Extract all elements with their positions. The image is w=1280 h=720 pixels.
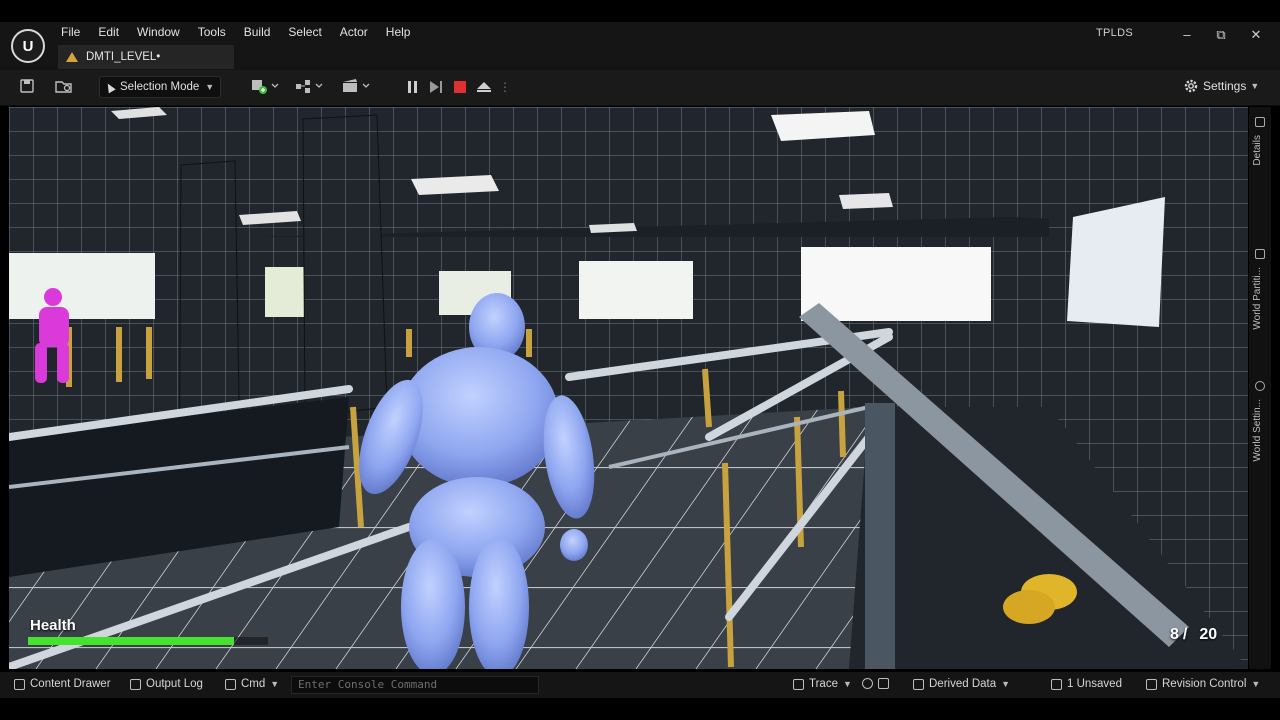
menu-help[interactable]: Help (377, 22, 420, 42)
record-button[interactable] (862, 678, 889, 689)
globe-icon[interactable] (1255, 381, 1265, 391)
project-name: TPLDS (1096, 27, 1133, 39)
minimize-icon[interactable]: – (1178, 26, 1196, 44)
terminal-icon (225, 678, 236, 690)
revision-control-icon (1146, 678, 1157, 690)
pencil-icon[interactable] (1255, 117, 1265, 127)
chevron-down-icon: ▼ (1001, 679, 1011, 689)
gear-icon (1184, 79, 1198, 93)
pause-icon[interactable] (403, 79, 421, 95)
tab-details[interactable]: Details (1252, 135, 1263, 166)
eject-icon[interactable] (475, 79, 493, 95)
stop-icon[interactable] (451, 79, 469, 95)
restore-icon[interactable]: ⧉ (1212, 26, 1230, 44)
ammo-counter: 8 / 20 (1170, 626, 1217, 644)
content-drawer-icon (14, 678, 25, 690)
level-tab[interactable]: DMTI_LEVEL• (58, 45, 234, 69)
scene-render (9, 107, 1248, 669)
chevron-down-icon: ▼ (842, 679, 852, 689)
tab-world-settings[interactable]: World Settin... (1252, 399, 1263, 462)
unsaved-icon (1051, 678, 1062, 690)
menu-build[interactable]: Build (235, 22, 280, 42)
output-log-icon (130, 678, 141, 690)
revision-control-dropdown[interactable]: Revision Control ▼ (1146, 678, 1260, 690)
selection-mode-dropdown[interactable]: Selection Mode ▼ (99, 76, 221, 98)
derived-data-icon (913, 678, 924, 690)
selection-mode-label: Selection Mode (120, 81, 200, 93)
trace-dropdown[interactable]: Trace ▼ (793, 678, 852, 690)
cursor-icon (104, 81, 116, 93)
health-bar (28, 637, 268, 645)
level-tab-label: DMTI_LEVEL• (86, 51, 161, 63)
unsaved-button[interactable]: 1 Unsaved (1051, 678, 1122, 690)
chevron-down-icon: ▼ (1251, 679, 1261, 689)
ammo-total: 20 (1199, 626, 1218, 643)
chevron-down-icon: ▼ (270, 679, 280, 689)
level-viewport[interactable] (9, 107, 1248, 669)
menu-tools[interactable]: Tools (189, 22, 235, 42)
play-controls: ⋮ (403, 76, 511, 98)
derived-data-dropdown[interactable]: Derived Data ▼ (913, 678, 1010, 690)
health-bar-fill (28, 637, 235, 645)
chevron-down-icon: ▼ (1250, 81, 1260, 91)
unsaved-label: 1 Unsaved (1067, 678, 1122, 690)
trace-icon (793, 678, 804, 690)
camera-icon (878, 678, 889, 689)
ammo-separator: / (1182, 626, 1188, 643)
content-drawer-label: Content Drawer (30, 678, 111, 690)
cmd-dropdown[interactable]: Cmd ▼ (225, 678, 279, 690)
content-drawer-button[interactable]: Content Drawer (14, 678, 111, 690)
step-icon[interactable] (427, 79, 445, 95)
right-panel-rail: Details World Partiti... World Settin... (1249, 107, 1271, 669)
cinematics-icon[interactable] (341, 78, 373, 96)
settings-button[interactable]: Settings ▼ (1183, 78, 1259, 94)
record-icon (862, 678, 873, 689)
output-log-button[interactable]: Output Log (130, 678, 203, 690)
console-command-input[interactable]: Enter Console Command (291, 676, 539, 694)
derived-data-label: Derived Data (929, 678, 997, 690)
menu-select[interactable]: Select (279, 22, 330, 42)
close-icon[interactable]: ✕ (1247, 26, 1265, 44)
trace-label: Trace (809, 678, 838, 690)
menu-window[interactable]: Window (128, 22, 189, 42)
blueprint-icon[interactable] (294, 78, 326, 96)
warning-icon (66, 52, 78, 62)
tab-world-partition[interactable]: World Partiti... (1252, 267, 1263, 330)
menu-file[interactable]: File (52, 22, 89, 42)
menu-bar: File Edit Window Tools Build Select Acto… (52, 22, 419, 42)
browse-icon[interactable] (55, 79, 73, 97)
health-label: Health (30, 617, 76, 634)
ammo-current: 8 (1170, 626, 1179, 643)
output-log-label: Output Log (146, 678, 203, 690)
map-icon[interactable] (1255, 249, 1265, 259)
menu-edit[interactable]: Edit (89, 22, 128, 42)
revision-control-label: Revision Control (1162, 678, 1247, 690)
unreal-logo-icon[interactable]: U (11, 29, 45, 63)
settings-label: Settings (1203, 79, 1247, 93)
more-icon[interactable]: ⋮ (499, 80, 511, 94)
add-actor-icon[interactable] (250, 78, 282, 96)
chevron-down-icon: ▼ (205, 82, 215, 92)
cmd-label: Cmd (241, 678, 266, 690)
save-icon[interactable] (19, 79, 35, 97)
menu-actor[interactable]: Actor (331, 22, 377, 42)
